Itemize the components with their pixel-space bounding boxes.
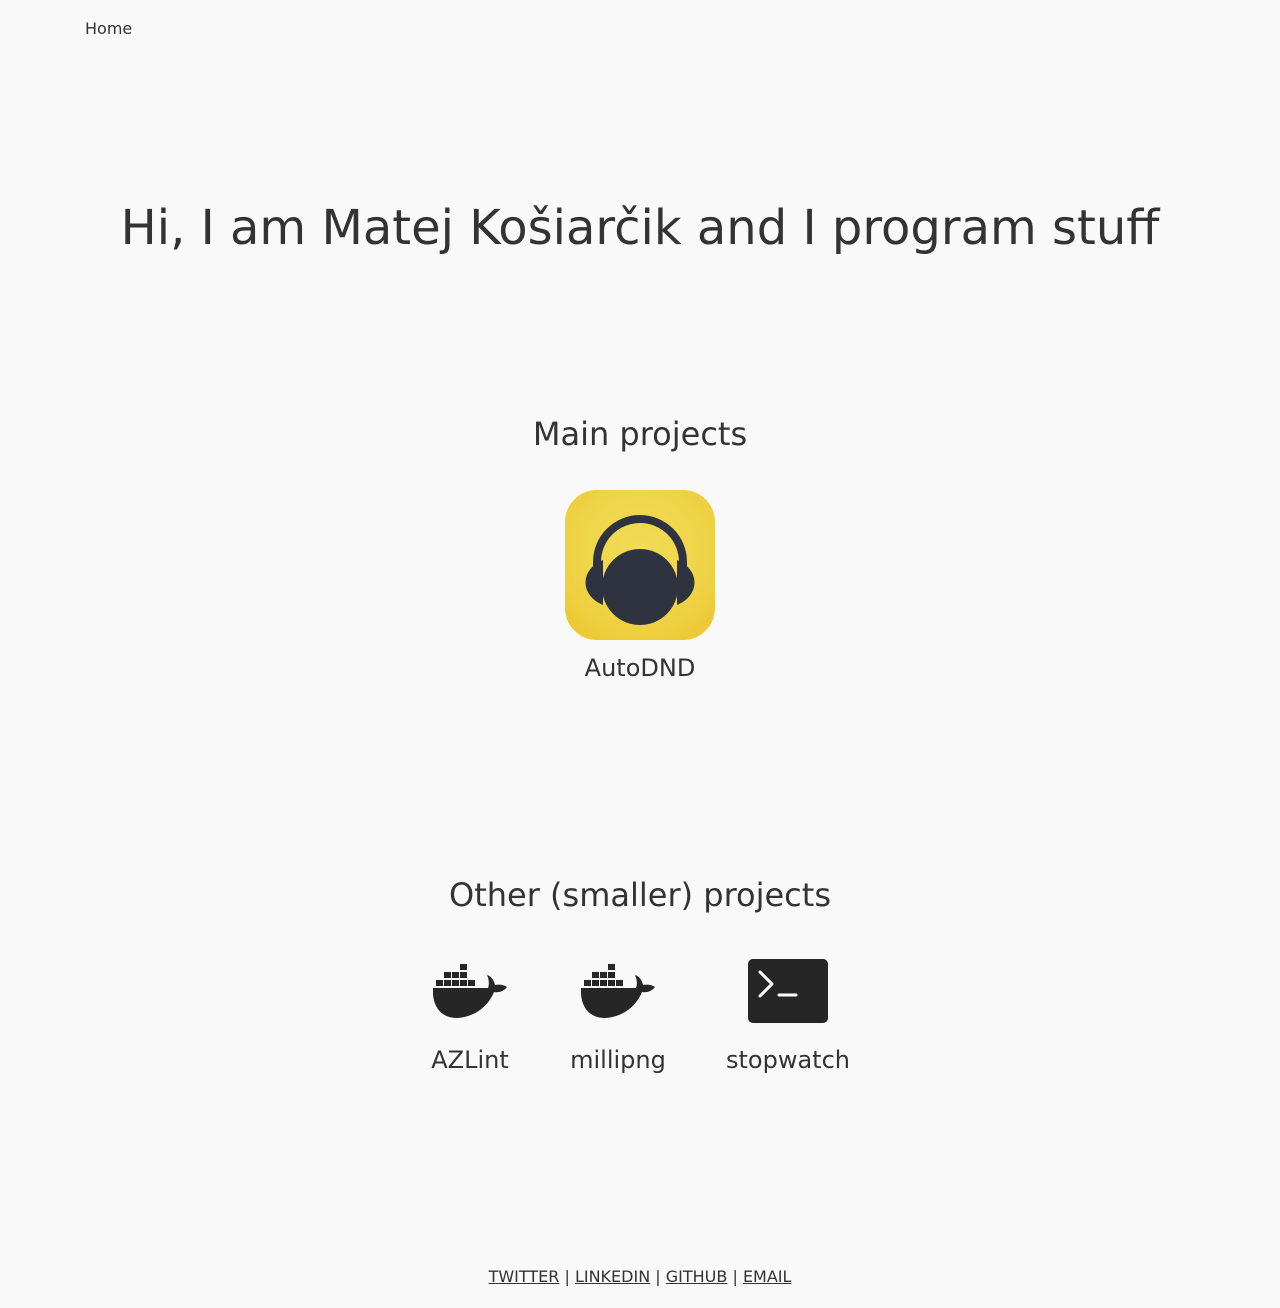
project-label: millipng — [570, 1046, 666, 1074]
main-projects-heading: Main projects — [532, 415, 748, 453]
docker-whale-icon — [581, 964, 655, 1018]
email-link[interactable]: EMAIL — [743, 1267, 792, 1286]
twitter-link[interactable]: TWITTER — [489, 1267, 560, 1286]
project-stopwatch[interactable]: stopwatch — [718, 959, 858, 1075]
project-label: AutoDND — [584, 654, 696, 682]
footer-links: TWITTER | LINKEDIN | GITHUB | EMAIL — [0, 1266, 1280, 1288]
top-nav: Home — [85, 19, 132, 39]
terminal-icon — [748, 959, 828, 1023]
docker-whale-icon — [433, 964, 507, 1018]
project-millipng[interactable]: millipng — [563, 959, 673, 1075]
footer-separator: | — [655, 1267, 661, 1286]
other-projects-heading: Other (smaller) projects — [449, 876, 831, 914]
headphones-icon — [585, 515, 695, 625]
github-link[interactable]: GITHUB — [666, 1267, 728, 1286]
nav-home-link[interactable]: Home — [85, 19, 132, 38]
page-title: Hi, I am Matej Košiarčik and I program s… — [120, 200, 1160, 256]
project-autodnd[interactable]: AutoDND — [540, 490, 740, 683]
project-azlint[interactable]: AZLint — [420, 959, 520, 1075]
footer-separator: | — [564, 1267, 570, 1286]
project-label: AZLint — [431, 1046, 509, 1074]
project-label: stopwatch — [726, 1046, 850, 1074]
footer-separator: | — [732, 1267, 738, 1286]
linkedin-link[interactable]: LINKEDIN — [575, 1267, 650, 1286]
autodnd-app-icon — [565, 490, 715, 640]
